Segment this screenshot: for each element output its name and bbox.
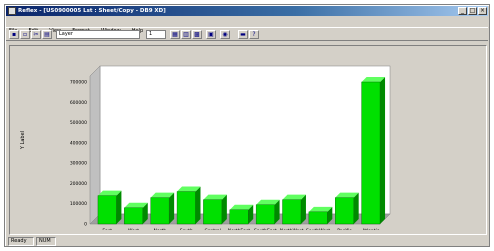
bar-Pacific xyxy=(335,197,354,225)
x-tick-label: NorthEast xyxy=(228,228,251,230)
help-icon[interactable]: ? xyxy=(249,30,259,39)
y-axis-label: Y Label xyxy=(20,131,26,150)
title-bar[interactable]: Reflex - [US0900005 Lst : Sheet/Copy - D… xyxy=(6,6,488,16)
close-button[interactable]: × xyxy=(478,7,487,15)
status-bar: Ready NUM xyxy=(6,237,488,246)
y-tick-label: 200000 xyxy=(70,181,87,187)
bar-South xyxy=(176,191,196,225)
toolbar: ▪ ▫ ✂ ▤ Layer 1 ▦ ▥ ▩ ▣ ◉ ▬ ? xyxy=(6,27,488,41)
bar-West xyxy=(124,207,143,225)
app-window: Reflex - [US0900005 Lst : Sheet/Copy - D… xyxy=(4,4,490,247)
minimize-button[interactable]: _ xyxy=(458,7,467,15)
grid-icon[interactable]: ▩ xyxy=(192,30,202,39)
y-tick-label: 500000 xyxy=(70,120,87,126)
status-ready: Ready xyxy=(8,237,34,246)
x-tick-label: SouthEast xyxy=(254,228,277,230)
bar-side-NorthWest xyxy=(300,194,306,224)
y-tick-label: 700000 xyxy=(70,80,87,86)
bar-Central xyxy=(203,199,223,225)
menu-bar: File Edit View Format Window Help xyxy=(6,17,488,34)
bar-side-Pacific xyxy=(353,192,359,224)
zoom-icon[interactable]: ◉ xyxy=(220,30,230,39)
x-tick-label: North xyxy=(154,228,167,230)
x-tick-label: Atlantic xyxy=(362,228,380,230)
bar-side-Atlantic xyxy=(380,77,386,224)
x-tick-label: NorthWest xyxy=(280,228,304,230)
table-icon[interactable]: ▥ xyxy=(181,30,191,39)
bar-East xyxy=(97,195,117,225)
chart-icon[interactable]: ▦ xyxy=(170,30,180,39)
bar-SouthEast xyxy=(255,204,275,225)
y-tick-label: 100000 xyxy=(70,201,87,207)
y-tick-label: 400000 xyxy=(70,140,87,146)
chart-workarea: East West North South Central NorthEastSouthE… xyxy=(9,45,487,243)
status-num: NUM xyxy=(36,237,56,246)
bar-North xyxy=(150,197,170,225)
layer-combo[interactable]: Layer xyxy=(56,30,140,39)
legend-icon[interactable]: ▣ xyxy=(206,30,216,39)
copy-icon[interactable]: ▤ xyxy=(42,30,52,39)
cut-icon[interactable]: ✂ xyxy=(31,30,41,39)
bar-side-Central xyxy=(221,194,227,224)
chart-container: East West North South Central NorthEastSouthE… xyxy=(16,50,478,243)
bar-Atlantic xyxy=(361,81,381,225)
bar-chart: East West North South Central NorthEastSouthE… xyxy=(20,65,391,243)
bar-NorthWest xyxy=(282,199,302,225)
ruler-icon[interactable]: ▬ xyxy=(238,30,248,39)
page-field[interactable]: 1 xyxy=(146,30,166,39)
bar-side-North xyxy=(169,192,175,224)
y-tick-label: 300000 xyxy=(70,161,87,167)
x-tick-label: West xyxy=(128,228,139,230)
x-tick-label: South xyxy=(180,228,193,230)
x-tick-label: Central xyxy=(204,228,220,230)
app-icon xyxy=(8,7,16,15)
x-tick-label: Pacific xyxy=(337,228,352,230)
bar-SouthWest xyxy=(308,211,328,225)
x-tick-label: SouthWest xyxy=(306,228,330,230)
window-title: Reflex - [US0900005 Lst : Sheet/Copy - D… xyxy=(18,8,166,14)
x-tick-label: East xyxy=(102,228,112,230)
y-tick-label: 0 xyxy=(84,222,87,228)
plot-back-wall xyxy=(99,65,391,215)
maximize-button[interactable]: □ xyxy=(468,7,477,15)
print-icon[interactable]: ▫ xyxy=(20,30,30,39)
y-tick-label: 600000 xyxy=(70,100,87,106)
bar-side-South xyxy=(195,186,201,224)
bar-side-East xyxy=(116,190,122,224)
bar-NorthEast xyxy=(229,209,249,225)
save-icon[interactable]: ▪ xyxy=(9,30,19,39)
